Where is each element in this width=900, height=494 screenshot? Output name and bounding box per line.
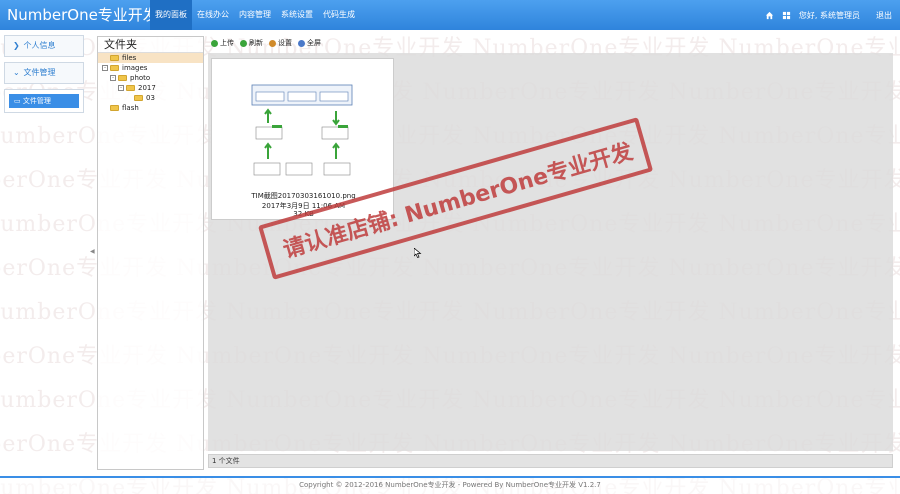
- tree-item-label: 2017: [138, 84, 156, 92]
- folder-icon: [126, 85, 135, 91]
- nav-system-settings[interactable]: 系统设置: [276, 0, 318, 30]
- file-thumbnail: [246, 81, 358, 181]
- nav-content-manage[interactable]: 内容管理: [234, 0, 276, 30]
- header-right: 您好, 系统管理员 退出: [765, 0, 892, 30]
- sidebar-sub: ▭ 文件管理: [4, 89, 84, 113]
- mouse-cursor-icon: [414, 248, 422, 258]
- logout-link[interactable]: 退出: [876, 10, 892, 21]
- home-icon[interactable]: [765, 11, 774, 20]
- settings-button[interactable]: 设置: [269, 38, 292, 48]
- chevron-down-icon: ⌄: [13, 68, 20, 77]
- toolbar-button-label: 设置: [278, 39, 292, 47]
- tree-item-2017[interactable]: - 2017: [98, 83, 203, 93]
- tree-toggle-icon[interactable]: -: [102, 65, 108, 71]
- folder-tree: files - images - photo -2017 03 flash: [98, 53, 203, 113]
- folder-icon: [110, 55, 119, 61]
- grid-icon[interactable]: [782, 11, 791, 20]
- nav-online-office[interactable]: 在线办公: [192, 0, 234, 30]
- folder-icon: [110, 105, 119, 111]
- sidebar-item-file-manage[interactable]: ▭ 文件管理: [9, 94, 79, 108]
- toolbar-button-label: 上传: [220, 39, 234, 47]
- folder-icon: [110, 65, 119, 71]
- main-nav: 我的面板 在线办公 内容管理 系统设置 代码生成: [150, 0, 360, 30]
- upload-icon: [211, 39, 218, 47]
- tree-toggle-icon[interactable]: -: [110, 75, 116, 81]
- fullscreen-icon: [298, 39, 305, 47]
- folder-panel: 文件夹 files - images - photo -2017 03 flash: [97, 36, 204, 470]
- toolbar-button-label: 全屏: [307, 39, 321, 47]
- brand-title[interactable]: NumberOne专业开发: [7, 4, 158, 25]
- sidebar-item-label: 文件管理: [22, 97, 51, 105]
- page-footer: Copyright © 2012-2016 NumberOne专业开发 - Po…: [0, 476, 900, 494]
- sidebar-group-profile[interactable]: ❯ 个人信息: [4, 35, 84, 57]
- settings-icon: [269, 39, 276, 47]
- folder-panel-title: 文件夹: [98, 37, 203, 53]
- fullscreen-button[interactable]: 全屏: [298, 38, 321, 48]
- tree-item-label: files: [122, 54, 137, 62]
- toolbar: 上传 刷新 设置 全屏: [208, 36, 893, 50]
- nav-my-panel[interactable]: 我的面板: [150, 0, 192, 30]
- chevron-right-icon: ❯: [13, 41, 20, 50]
- upload-button[interactable]: 上传: [211, 38, 234, 48]
- tree-item-label: photo: [130, 74, 151, 82]
- tree-item-images[interactable]: - images: [98, 63, 203, 73]
- tree-item-files[interactable]: files: [98, 53, 203, 63]
- left-sidebar: ❯ 个人信息 ⌄ 文件管理 ▭ 文件管理: [0, 30, 88, 472]
- tree-item-label: 03: [146, 94, 155, 102]
- tree-toggle-icon[interactable]: -: [118, 85, 124, 91]
- user-greeting[interactable]: 您好, 系统管理员: [799, 10, 860, 21]
- sidebar-group-label: 文件管理: [23, 68, 56, 77]
- sidebar-group-label: 个人信息: [23, 41, 56, 50]
- nav-code-gen[interactable]: 代码生成: [318, 0, 360, 30]
- sidebar-group-files[interactable]: ⌄ 文件管理: [4, 62, 84, 84]
- folder-icon: ▭: [14, 97, 21, 105]
- folder-icon: [118, 75, 127, 81]
- refresh-icon: [240, 39, 247, 47]
- tree-item-flash[interactable]: flash: [98, 103, 203, 113]
- tree-item-03[interactable]: 03: [98, 93, 203, 103]
- toolbar-button-label: 刷新: [249, 39, 263, 47]
- refresh-button[interactable]: 刷新: [240, 38, 263, 48]
- tree-item-label: images: [122, 64, 148, 72]
- collapse-left-icon[interactable]: ◀: [90, 248, 95, 255]
- status-bar: 1 个文件: [208, 454, 893, 468]
- tree-item-photo[interactable]: - photo: [98, 73, 203, 83]
- top-header: NumberOne专业开发 我的面板 在线办公 内容管理 系统设置 代码生成 您…: [0, 0, 900, 30]
- tree-item-label: flash: [122, 104, 139, 112]
- folder-icon: [134, 95, 143, 101]
